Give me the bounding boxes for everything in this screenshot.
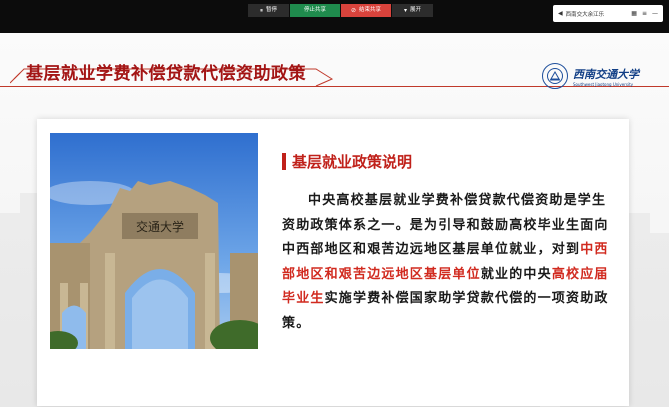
expand-button[interactable]: ▾ 展开	[392, 4, 433, 17]
pause-label: 暂停	[266, 7, 278, 13]
university-logo: 西南交通大学 Southwest Jiaotong University	[542, 59, 667, 93]
stop-share-label: 停止共享	[303, 7, 326, 13]
pause-share-button[interactable]: ⏸ 暂停	[248, 4, 289, 17]
pause-icon: ⏸	[259, 7, 263, 14]
policy-description: 中央高校基层就业学费补偿贷款代偿资助是学生资助政策体系之一。是为引导和鼓励高校毕…	[282, 189, 612, 336]
minimize-icon[interactable]: —	[652, 10, 658, 17]
paragraph-part-3: 实施学费补偿国家助学贷款代偿的一项资助政策。	[282, 291, 609, 331]
section-title: 基层就业政策说明	[292, 153, 413, 171]
paragraph-part-2: 就业的中央	[480, 266, 552, 282]
section-marker	[282, 153, 286, 170]
presentation-slide: 基层就业学费补偿贷款代偿资助政策 西南交通大学 Southwest Jiaoto…	[0, 33, 669, 407]
share-controls: ⏸ 暂停 停止共享 ⊘ 结束共享 ▾ 展开	[248, 4, 433, 17]
stop-share-button[interactable]: 停止共享	[290, 4, 340, 17]
meeting-toolbar: ⏸ 暂停 停止共享 ⊘ 结束共享 ▾ 展开 ◀ 西南交大余江乐 ▦ ≡ —	[0, 0, 669, 33]
presenter-panel[interactable]: ◀ 西南交大余江乐 ▦ ≡ —	[553, 5, 663, 22]
university-seal-icon	[542, 63, 568, 89]
paragraph-part-1: 中央高校基层就业学费补偿贷款代偿资助是学生资助政策体系之一。是为引导和鼓励高校毕…	[282, 193, 609, 257]
campus-gate-photo: 交通大学	[50, 133, 258, 349]
speaker-icon: ◀	[558, 10, 563, 17]
policy-paragraph: 中央高校基层就业学费补偿贷款代偿资助是学生资助政策体系之一。是为引导和鼓励高校毕…	[282, 189, 612, 336]
presenter-name: 西南交大余江乐	[565, 11, 605, 18]
content-card: 交通大学 基层就业政策说明 中央高校基层就业学费补偿贷款代偿资助是学生资助政策体…	[37, 119, 629, 406]
slide-title: 基层就业学费补偿贷款代偿资助政策	[26, 64, 306, 84]
end-share-button[interactable]: ⊘ 结束共享	[341, 4, 391, 17]
logo-english-name: Southwest Jiaotong University	[573, 81, 634, 87]
section-header: 基层就业政策说明	[282, 151, 412, 172]
stop-icon: ⊘	[350, 7, 356, 14]
grid-view-icon[interactable]: ▦	[631, 10, 637, 17]
expand-label: 展开	[410, 7, 422, 13]
window-controls: ▦ ≡ —	[631, 10, 658, 17]
end-share-label: 结束共享	[359, 7, 382, 13]
gate-sign-text: 交通大学	[136, 219, 184, 234]
title-row: 基层就业学费补偿贷款代偿资助政策 西南交通大学 Southwest Jiaoto…	[0, 47, 669, 89]
logo-chinese-name: 西南交通大学	[573, 67, 639, 81]
logo-text: 西南交通大学 Southwest Jiaotong University	[573, 66, 639, 87]
chevron-down-icon: ▾	[403, 7, 407, 14]
menu-icon[interactable]: ≡	[642, 10, 647, 17]
